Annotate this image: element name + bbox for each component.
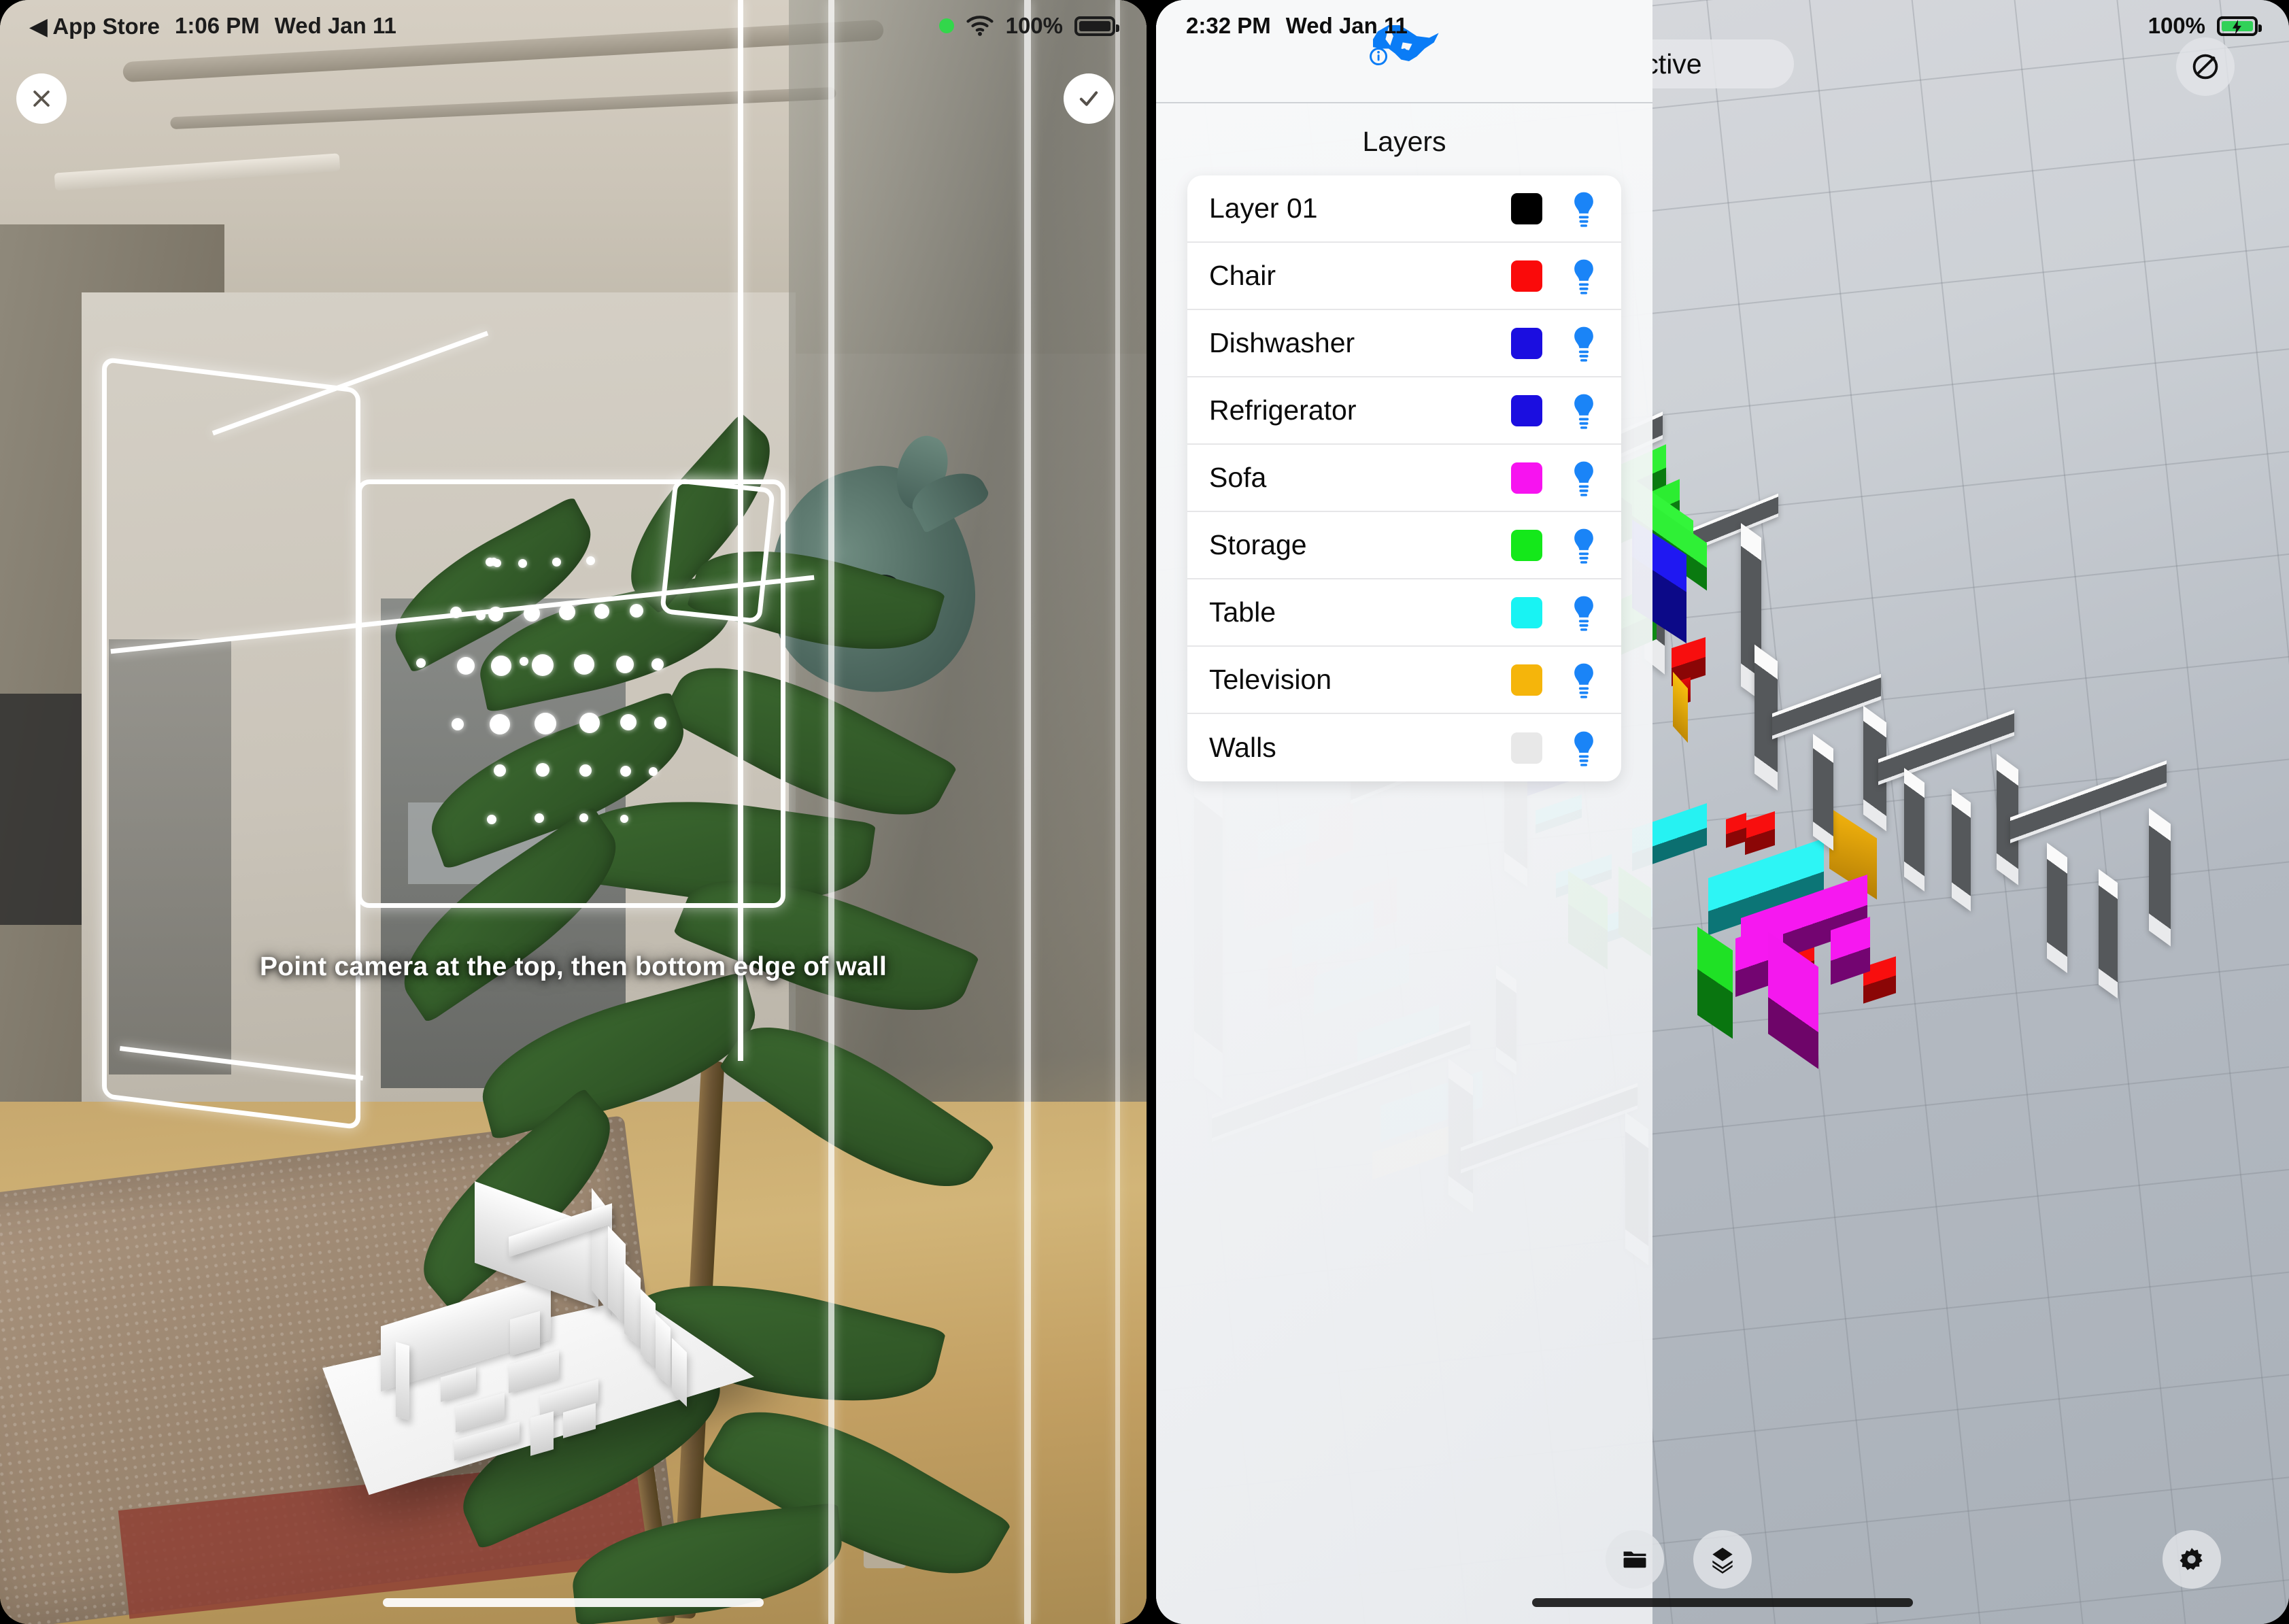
recording-indicator-icon (938, 18, 954, 33)
lightbulb-icon[interactable] (1570, 526, 1598, 564)
layer-row[interactable]: Layer 01 (1187, 175, 1621, 243)
status-date: Wed Jan 11 (1285, 13, 1408, 38)
status-back-app[interactable]: ◀ App Store (30, 13, 160, 39)
layer-row[interactable]: Refrigerator (1187, 377, 1621, 445)
confirm-button[interactable] (1064, 73, 1114, 124)
lightbulb-icon[interactable] (1570, 661, 1598, 699)
battery-charging-icon (2217, 16, 2262, 36)
layer-row[interactable]: Walls (1187, 714, 1621, 781)
layer-color-swatch[interactable] (1511, 664, 1542, 696)
status-battery-percent: 100% (2148, 13, 2205, 38)
lightbulb-icon[interactable] (1570, 257, 1598, 295)
layer-color-swatch[interactable] (1511, 529, 1542, 561)
lightbulb-icon[interactable] (1570, 594, 1598, 632)
layer-color-swatch[interactable] (1511, 394, 1542, 426)
folder-icon (1623, 1551, 1646, 1568)
panel-title: Layers (1362, 126, 1446, 157)
layer-row[interactable]: Dishwasher (1187, 310, 1621, 377)
layer-name: Dishwasher (1209, 327, 1355, 358)
lightbulb-icon[interactable] (1570, 729, 1598, 767)
checkmark-icon (1079, 91, 1098, 106)
lightbulb-icon[interactable] (1570, 190, 1598, 228)
layer-color-swatch[interactable] (1511, 327, 1542, 359)
layer-name: Sofa (1209, 462, 1267, 493)
wifi-icon (966, 16, 994, 36)
layers-panel: Layers Layer 01 Chair Dishwasher Refrige… (1156, 0, 1652, 1624)
status-time: 2:32 PM (1186, 13, 1271, 38)
layer-name: Chair (1209, 260, 1276, 291)
layer-name: Table (1209, 596, 1276, 628)
layer-name: Walls (1209, 732, 1276, 763)
battery-icon (1074, 16, 1119, 36)
layer-row[interactable]: Chair (1187, 243, 1621, 310)
lightbulb-icon[interactable] (1570, 459, 1598, 497)
layer-name: Television (1209, 664, 1332, 695)
layer-name: Layer 01 (1209, 192, 1318, 224)
close-button[interactable] (16, 73, 67, 124)
orbit-view-icon (2192, 54, 2218, 80)
layers-stack-icon (1712, 1547, 1733, 1574)
layer-color-swatch[interactable] (1511, 260, 1542, 292)
home-indicator[interactable] (383, 1598, 764, 1607)
layer-color-swatch[interactable] (1511, 462, 1542, 494)
gear-icon (2180, 1548, 2203, 1570)
home-indicator[interactable] (1532, 1598, 1913, 1607)
layer-color-swatch[interactable] (1511, 192, 1542, 224)
status-battery-percent: 100% (1005, 13, 1063, 38)
close-icon (33, 90, 50, 107)
lightbulb-icon[interactable] (1570, 392, 1598, 430)
layer-row[interactable]: Television (1187, 647, 1621, 714)
files-button[interactable] (1606, 1530, 1664, 1589)
layer-row[interactable]: Table (1187, 579, 1621, 647)
ar-instruction-text: Point camera at the top, then bottom edg… (259, 952, 887, 981)
left-status-bar: ◀ App Store 1:06 PM Wed Jan 11 100% (0, 0, 1147, 52)
rhino-3d-device: Perspective x z y (1156, 0, 2289, 1624)
ar-placed-floorplan-model (322, 1175, 755, 1495)
layers-button[interactable] (1693, 1530, 1752, 1589)
status-date: Wed Jan 11 (274, 13, 396, 38)
layer-name: Refrigerator (1209, 394, 1357, 426)
layers-list: Layer 01 Chair Dishwasher Refrigerator S… (1187, 175, 1621, 781)
layer-color-swatch[interactable] (1511, 732, 1542, 764)
lightbulb-icon[interactable] (1570, 324, 1598, 362)
right-status-bar: 2:32 PM Wed Jan 11 100% (1156, 0, 2289, 52)
ar-capture-device: Point camera at the top, then bottom edg… (0, 0, 1147, 1624)
layer-row[interactable]: Storage (1187, 512, 1621, 579)
status-time: 1:06 PM (175, 13, 260, 38)
layer-color-swatch[interactable] (1511, 596, 1542, 628)
layer-row[interactable]: Sofa (1187, 445, 1621, 512)
layer-name: Storage (1209, 529, 1307, 560)
screenshot-root: Point camera at the top, then bottom edg… (0, 0, 2289, 1624)
settings-button[interactable] (2163, 1530, 2221, 1589)
